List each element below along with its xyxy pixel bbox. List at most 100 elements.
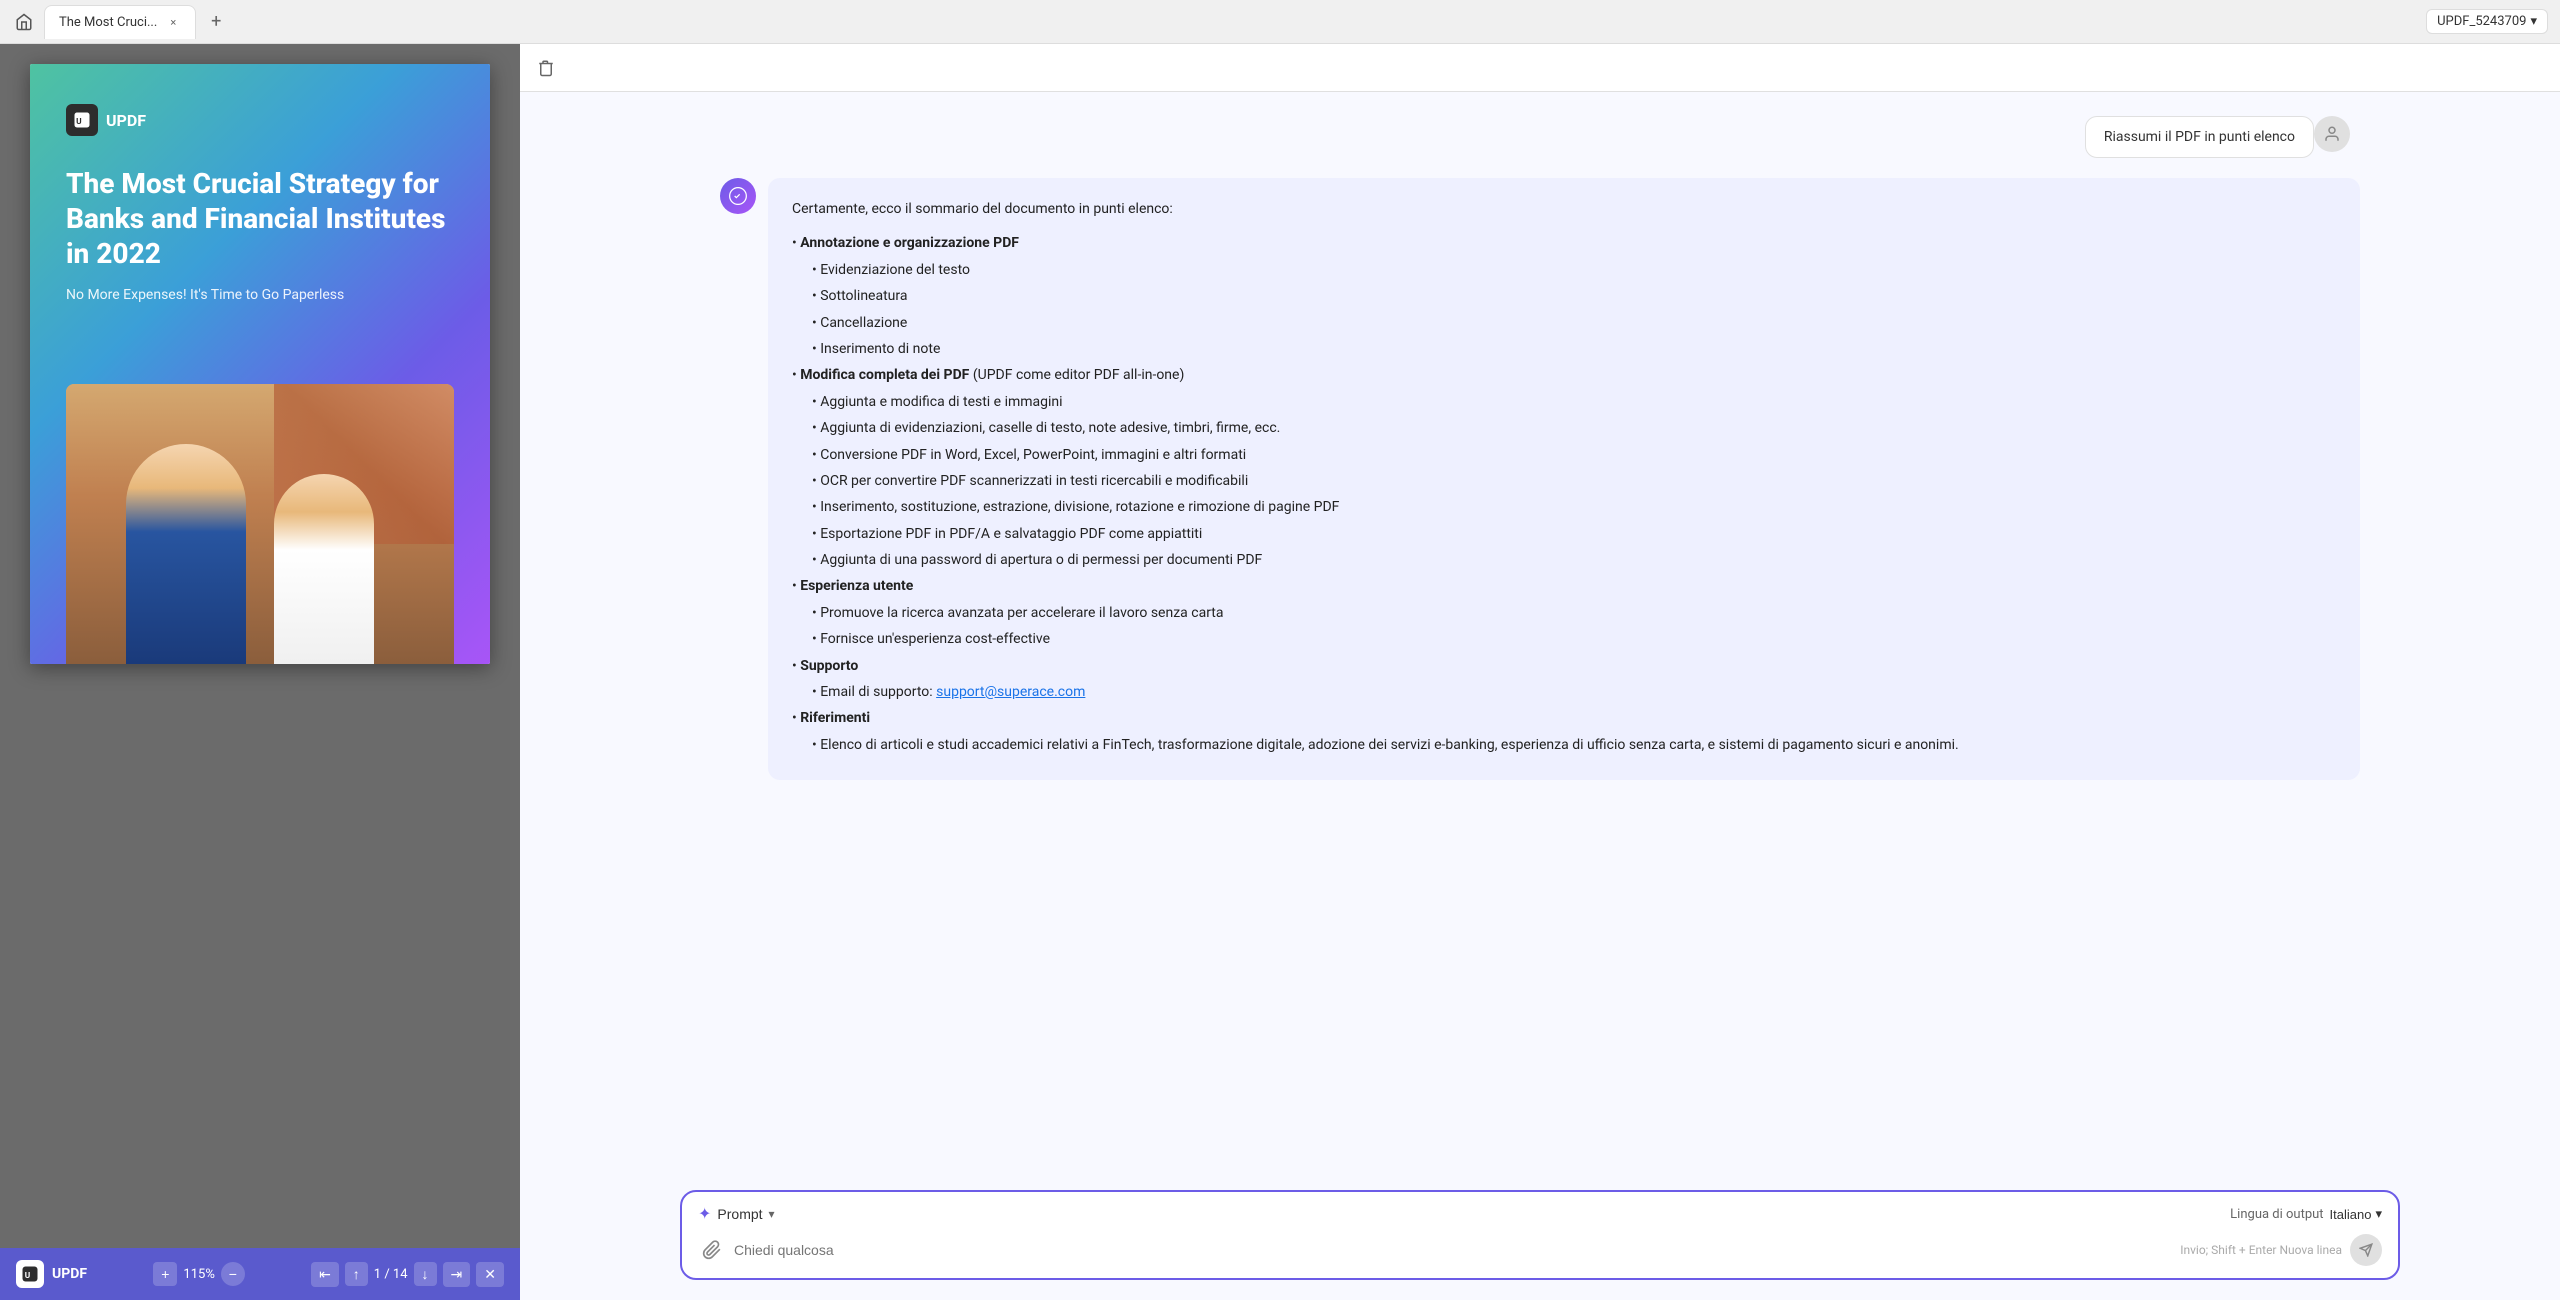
pdf-page: U UPDF The Most Crucial Strategy for Ban… xyxy=(30,64,490,664)
account-chevron: ▾ xyxy=(2530,14,2537,29)
account-button[interactable]: UPDF_5243709 ▾ xyxy=(2426,9,2548,34)
sub-item: Esportazione PDF in PDF/A e salvataggio … xyxy=(792,523,2336,545)
section-title-2-suffix: (UPDF come editor PDF all-in-one) xyxy=(973,367,1185,383)
language-value: Italiano xyxy=(2330,1207,2372,1222)
list-item: Modifica completa dei PDF (UPDF come edi… xyxy=(792,364,2336,571)
list-item: Esperienza utente Promuove la ricerca av… xyxy=(792,575,2336,650)
prompt-chevron-icon: ▾ xyxy=(769,1207,775,1221)
ai-panel: Riassumi il PDF in punti elenco xyxy=(520,44,2560,1300)
updf-brand-text: UPDF xyxy=(52,1266,87,1282)
svg-text:U: U xyxy=(25,1271,30,1281)
user-bubble: Riassumi il PDF in punti elenco xyxy=(2085,116,2314,158)
send-button[interactable] xyxy=(2350,1234,2382,1266)
send-hint-text: Invio; Shift + Enter Nuova linea xyxy=(2180,1243,2342,1257)
section-title-3: Esperienza utente xyxy=(800,578,913,594)
tab-close-button[interactable]: × xyxy=(165,14,181,30)
ai-sparkle-icon: ✦ xyxy=(698,1204,711,1224)
user-message: Riassumi il PDF in punti elenco xyxy=(720,116,2360,158)
sub-item: Aggiunta di evidenziazioni, caselle di t… xyxy=(792,417,2336,439)
prev-page-button[interactable]: ↑ xyxy=(345,1262,368,1286)
section-title-2: Modifica completa dei PDF xyxy=(800,367,969,383)
ai-input-area: ✦ Prompt ▾ Lingua di output Italiano ▾ xyxy=(680,1190,2400,1280)
user-message-text: Riassumi il PDF in punti elenco xyxy=(2104,129,2295,145)
pdf-tab[interactable]: The Most Cruci... × xyxy=(44,5,196,39)
section-title-5: Riferimenti xyxy=(800,710,870,726)
home-icon[interactable] xyxy=(12,10,36,34)
sub-item: Email di supporto: support@superace.com xyxy=(792,681,2336,703)
sub-item: Fornisce un'esperienza cost-effective xyxy=(792,628,2336,650)
tab-bar-right: UPDF_5243709 ▾ xyxy=(2426,9,2548,34)
pdf-document-subtitle: No More Expenses! It's Time to Go Paperl… xyxy=(66,287,454,303)
clear-chat-button[interactable] xyxy=(532,54,560,82)
pdf-panel: U UPDF The Most Crucial Strategy for Ban… xyxy=(0,44,520,1300)
sub-list-4: Email di supporto: support@superace.com xyxy=(792,681,2336,703)
attach-button[interactable] xyxy=(698,1236,726,1264)
sub-item: Inserimento, sostituzione, estrazione, d… xyxy=(792,496,2336,518)
person-left-silhouette xyxy=(126,444,246,664)
prompt-button[interactable]: ✦ Prompt ▾ xyxy=(698,1204,775,1224)
add-tab-button[interactable]: + xyxy=(202,8,230,36)
section-title-1: Annotazione e organizzazione PDF xyxy=(800,235,1019,251)
ai-intro-text: Certamente, ecco il sommario del documen… xyxy=(792,198,2336,220)
pdf-logo: U UPDF xyxy=(66,104,454,136)
page-indicator: 1 / 14 xyxy=(374,1267,408,1282)
zoom-controls: + 115% − xyxy=(153,1262,245,1286)
ai-input-bottom: Invio; Shift + Enter Nuova linea xyxy=(698,1234,2382,1266)
sub-item: Conversione PDF in Word, Excel, PowerPoi… xyxy=(792,444,2336,466)
pdf-photo xyxy=(66,384,454,664)
sub-list-3: Promuove la ricerca avanzata per acceler… xyxy=(792,602,2336,651)
sub-item: Aggiunta di una password di apertura o d… xyxy=(792,549,2336,571)
pdf-document-title: The Most Crucial Strategy for Banks and … xyxy=(66,166,454,271)
updf-logo-icon: U xyxy=(66,104,98,136)
zoom-level: 115% xyxy=(183,1267,214,1282)
user-avatar xyxy=(2314,116,2350,152)
person-right-silhouette xyxy=(274,474,374,664)
next-page-button[interactable]: ↓ xyxy=(414,1262,437,1286)
last-page-button[interactable]: ⇥ xyxy=(443,1262,471,1287)
ai-messages: Riassumi il PDF in punti elenco xyxy=(520,92,2560,1190)
account-label: UPDF_5243709 xyxy=(2437,14,2526,29)
section-title-4: Supporto xyxy=(800,658,858,674)
list-item: Riferimenti Elenco di articoli e studi a… xyxy=(792,707,2336,756)
pdf-bottom-bar: U UPDF + 115% − ⇤ ↑ 1 / 14 ↓ ⇥ ✕ xyxy=(0,1248,520,1300)
chat-input[interactable] xyxy=(734,1242,2172,1258)
sub-list-5: Elenco di articoli e studi accademici re… xyxy=(792,734,2336,756)
sub-item: OCR per convertire PDF scannerizzati in … xyxy=(792,470,2336,492)
ai-response-list: Annotazione e organizzazione PDF Evidenz… xyxy=(792,232,2336,756)
sub-item: Elenco di articoli e studi accademici re… xyxy=(792,734,2336,756)
sub-item: Evidenziazione del testo xyxy=(792,259,2336,281)
prompt-label: Prompt xyxy=(717,1206,762,1222)
sub-list-1: Evidenziazione del testo Sottolineatura … xyxy=(792,259,2336,361)
pdf-content: U UPDF The Most Crucial Strategy for Ban… xyxy=(0,44,520,1248)
pdf-navigation-controls: ⇤ ↑ 1 / 14 ↓ ⇥ ✕ xyxy=(311,1262,504,1287)
sub-item: Cancellazione xyxy=(792,312,2336,334)
close-page-button[interactable]: ✕ xyxy=(476,1262,504,1287)
language-label: Lingua di output xyxy=(2230,1207,2323,1222)
updf-brand: U UPDF xyxy=(16,1260,87,1288)
svg-text:U: U xyxy=(76,117,82,127)
language-control: Lingua di output Italiano ▾ xyxy=(2230,1206,2382,1222)
ai-input-top: ✦ Prompt ▾ Lingua di output Italiano ▾ xyxy=(698,1204,2382,1224)
list-item: Annotazione e organizzazione PDF Evidenz… xyxy=(792,232,2336,360)
pdf-cover: U UPDF The Most Crucial Strategy for Ban… xyxy=(30,64,490,664)
ai-toolbar xyxy=(520,44,2560,92)
zoom-in-button[interactable]: + xyxy=(153,1262,177,1286)
sub-list-2: Aggiunta e modifica di testi e immagini … xyxy=(792,391,2336,572)
language-chevron-icon: ▾ xyxy=(2375,1206,2382,1222)
sub-item: Sottolineatura xyxy=(792,285,2336,307)
zoom-out-button[interactable]: − xyxy=(221,1262,245,1286)
sub-item: Aggiunta e modifica di testi e immagini xyxy=(792,391,2336,413)
updf-brand-logo: U xyxy=(16,1260,44,1288)
main-content: U UPDF The Most Crucial Strategy for Ban… xyxy=(0,44,2560,1300)
tab-bar: The Most Cruci... × + UPDF_5243709 ▾ xyxy=(0,0,2560,44)
pdf-logo-text: UPDF xyxy=(106,111,146,130)
first-page-button[interactable]: ⇤ xyxy=(311,1262,339,1287)
tab-label: The Most Cruci... xyxy=(59,15,157,30)
support-email-link[interactable]: support@superace.com xyxy=(936,684,1085,700)
sub-item: Inserimento di note xyxy=(792,338,2336,360)
ai-bubble: Certamente, ecco il sommario del documen… xyxy=(768,178,2360,780)
sub-item: Promuove la ricerca avanzata per acceler… xyxy=(792,602,2336,624)
ai-avatar xyxy=(720,178,756,214)
language-select-button[interactable]: Italiano ▾ xyxy=(2330,1206,2382,1222)
ai-message: Certamente, ecco il sommario del documen… xyxy=(720,178,2360,780)
